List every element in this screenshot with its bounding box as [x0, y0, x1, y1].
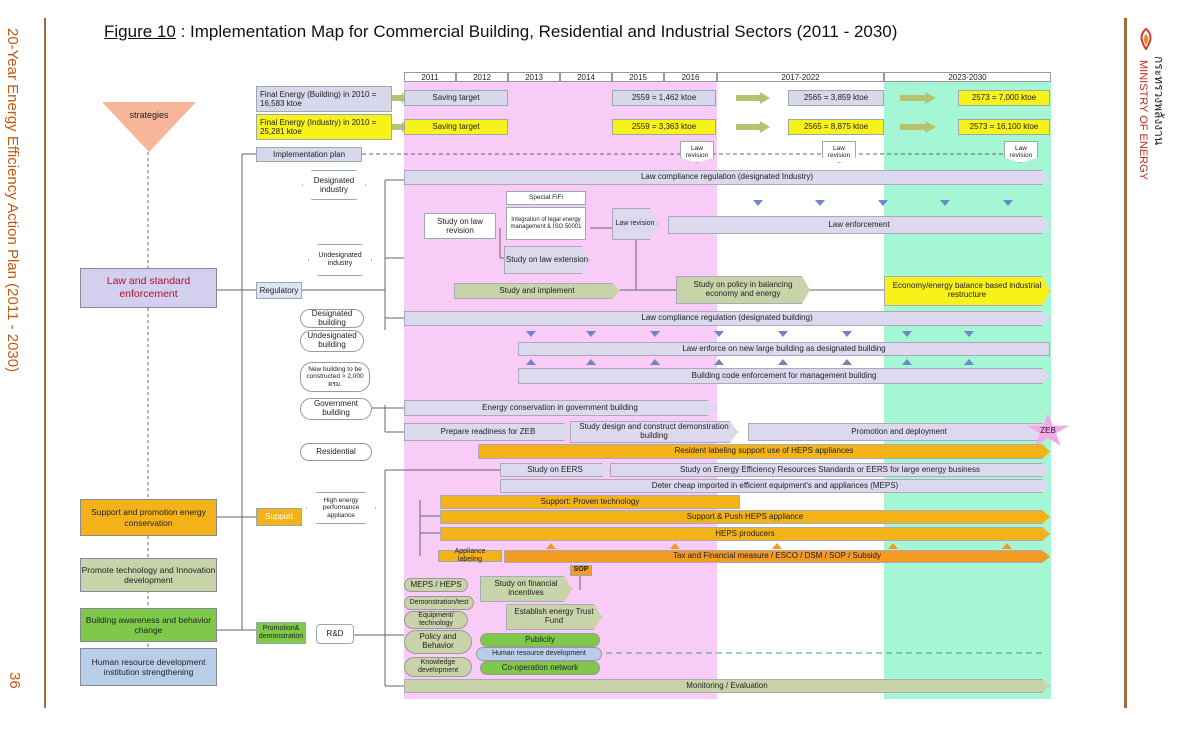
support-label: Support [256, 508, 302, 526]
sop-badge: SOP [570, 565, 592, 576]
government-building: Government building [300, 398, 372, 420]
law-enforcement: Law enforcement [668, 216, 1050, 234]
up-arrow [902, 359, 912, 365]
implementation-plan: Implementation plan [256, 147, 362, 162]
study-law-extension: Study on law extension [504, 246, 590, 274]
high-energy-appliance: High energy performance appliance [306, 492, 376, 524]
new-building: New building to be constructed > 2,000 ต… [300, 362, 370, 392]
final-energy-industry: Final Energy (Industry) in 2010 = 25,281… [256, 114, 392, 140]
study-and-implement: Study and implement [454, 283, 620, 299]
support-proven: Support: Proven technology [440, 495, 740, 509]
saving-target-building: Saving target [404, 90, 508, 106]
hr-development: Human resource development [476, 647, 602, 661]
industry-target-2030: 2573 = 16,100 ktoe [958, 119, 1050, 135]
down-arrow [815, 200, 825, 206]
monitoring-evaluation: Monitoring / Evaluation [404, 679, 1050, 693]
policy-behavior: Policy and Behavior [404, 630, 472, 654]
orange-up-arrow [772, 543, 782, 549]
study-design-demo: Study design and construct demonstration… [570, 421, 738, 443]
study-eers: Study on EERS [500, 463, 610, 477]
undesignated-building: Undesignated building [300, 330, 364, 352]
tax-financial-measure: Tax and Financial measure / ESCO / DSM /… [504, 550, 1050, 563]
prepare-zeb: Prepare readiness for ZEB [404, 423, 572, 441]
knowledge-development: Knowledge development [404, 657, 472, 677]
down-arrow [964, 331, 974, 337]
down-arrow [586, 331, 596, 337]
orange-up-arrow [888, 543, 898, 549]
study-financial-incentives: Study on financial incentives [480, 576, 572, 602]
publicity: Publicity [480, 633, 600, 647]
law-enforce-new-building: Law enforce on new large building as des… [518, 342, 1050, 356]
down-arrow [842, 331, 852, 337]
special-fifi: Special FiFi [506, 191, 586, 205]
undesignated-industry: Undesignated industry [308, 244, 372, 276]
law-compliance-industry: Law compliance regulation (designated In… [404, 170, 1050, 185]
up-arrow [650, 359, 660, 365]
law-compliance-building: Law compliance regulation (designated bu… [404, 311, 1050, 326]
cooperation-network: Co-operation network [480, 661, 600, 675]
economy-energy-balance: Economy/energy balance based industrial … [884, 276, 1050, 306]
resident-labeling: Resident labeling support use of HEPS ap… [478, 444, 1050, 459]
up-arrow [778, 359, 788, 365]
orange-up-arrow [546, 543, 556, 549]
up-arrow [714, 359, 724, 365]
regulatory-label: Regulatory [256, 282, 302, 299]
designated-industry: Designated industry [302, 170, 366, 200]
saving-target-industry: Saving target [404, 119, 508, 135]
building-target-2016: 2559 = 1,462 ktoe [612, 90, 716, 106]
energy-conservation-government: Energy conservation in government buildi… [404, 400, 716, 416]
down-arrow [940, 200, 950, 206]
heps-producers: HEPS producers [440, 527, 1050, 541]
down-arrow [650, 331, 660, 337]
up-arrow [586, 359, 596, 365]
appliance-labeling: Appliance labeling [438, 548, 502, 563]
designated-building: Designated building [300, 309, 364, 328]
orange-up-arrow [670, 543, 680, 549]
final-energy-building: Final Energy (Building) in 2010 = 16,583… [256, 86, 392, 112]
residential: Residential [300, 443, 372, 461]
study-law-revision: Study on law revision [424, 213, 496, 239]
down-arrow [778, 331, 788, 337]
strategy-hr: Human resource development institution s… [80, 648, 217, 686]
meps-heps: MEPS / HEPS [404, 578, 468, 592]
rd-label: R&D [316, 624, 354, 644]
support-push-heps: Support & Push HEPS appliance [440, 510, 1050, 524]
down-arrow [902, 331, 912, 337]
down-arrow [1003, 200, 1013, 206]
strategy-tech: Promote technology and Innovation develo… [80, 558, 217, 592]
integration-iso: Integration of legal energy management &… [506, 207, 586, 240]
deter-meps: Deter cheap imported in efficient equipm… [500, 479, 1050, 493]
building-target-2022: 2565 = 3,859 ktoe [788, 90, 884, 106]
down-arrow [714, 331, 724, 337]
study-policy-balancing: Study on policy in balancing economy and… [676, 276, 810, 304]
study-eers-long: Study on Energy Efficiency Resources Sta… [610, 463, 1050, 477]
up-arrow [526, 359, 536, 365]
law-revision-box: Law revision [612, 208, 658, 240]
strategies-heading: strategies [129, 110, 169, 120]
strategy-law: Law and standard enforcement [80, 268, 217, 308]
equipment-technology: Equipment/ technology [404, 611, 468, 629]
down-arrow [753, 200, 763, 206]
energy-trust-fund: Establish energy Trust Fund [506, 604, 602, 630]
orange-up-arrow [1002, 543, 1012, 549]
industry-target-2016: 2559 = 3,363 ktoe [612, 119, 716, 135]
building-target-2030: 2573 = 7,000 ktoe [958, 90, 1050, 106]
promotion-demonstration: Promotion& demonstration [256, 622, 306, 644]
up-arrow [964, 359, 974, 365]
promotion-deployment: Promotion and deployment [748, 423, 1050, 441]
down-arrow [526, 331, 536, 337]
down-arrow [878, 200, 888, 206]
industry-target-2022: 2565 = 8,875 ktoe [788, 119, 884, 135]
demonstration-test: Demonstration/test [404, 596, 474, 610]
building-code-enforcement: Building code enforcement for management… [518, 368, 1050, 384]
strategy-awareness: Building awareness and behavior change [80, 608, 217, 642]
strategy-support: Support and promotion energy conservatio… [80, 499, 217, 536]
up-arrow [842, 359, 852, 365]
